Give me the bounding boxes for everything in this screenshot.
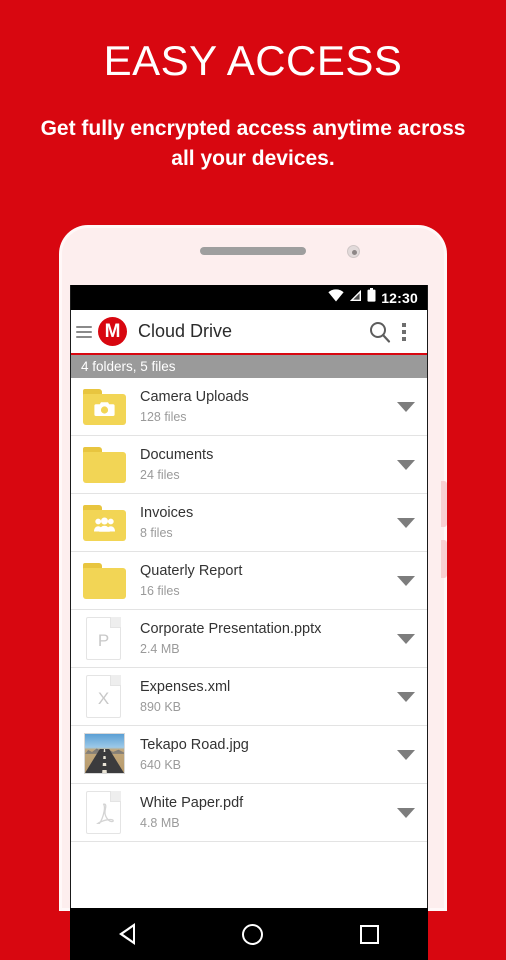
overflow-menu-icon[interactable] (393, 320, 415, 344)
item-meta: 640 KB (140, 757, 182, 772)
folder-camera-icon (83, 385, 126, 428)
android-recents-icon[interactable] (360, 924, 380, 944)
item-name: Tekapo Road.jpg (140, 737, 249, 754)
item-name: Invoices (140, 505, 194, 522)
expand-caret-icon[interactable] (393, 568, 419, 594)
folder-icon (83, 559, 126, 602)
item-name: Documents (140, 447, 214, 464)
item-meta: 128 files (140, 409, 187, 424)
image-thumbnail (83, 733, 126, 776)
item-name: Corporate Presentation.pptx (140, 621, 322, 638)
expand-caret-icon[interactable] (393, 626, 419, 652)
folder-summary-bar: 4 folders, 5 files (71, 355, 427, 378)
status-bar-clock: 12:30 (381, 289, 418, 306)
mega-logo: M (98, 317, 127, 346)
battery-icon (367, 288, 376, 307)
file-pdf-icon (83, 791, 126, 834)
list-item[interactable]: P Corporate Presentation.pptx 2.4 MB (71, 610, 427, 668)
item-name: White Paper.pdf (140, 795, 244, 812)
expand-caret-icon[interactable] (393, 684, 419, 710)
file-type-letter: X (97, 689, 110, 708)
power-button[interactable] (441, 540, 447, 578)
item-meta: 16 files (140, 583, 180, 598)
folder-icon (83, 443, 126, 486)
file-list: Camera Uploads 128 files Documents 24 fi… (71, 378, 427, 842)
item-meta: 24 files (140, 467, 180, 482)
file-powerpoint-icon: P (83, 617, 126, 660)
phone-screen: 12:30 M Cloud Drive 4 folders, 5 files C… (70, 285, 428, 908)
file-excel-icon: X (83, 675, 126, 718)
list-item[interactable]: Documents 24 files (71, 436, 427, 494)
promo-title: EASY ACCESS (103, 37, 403, 84)
android-home-icon[interactable] (241, 923, 263, 945)
signal-icon (349, 289, 362, 307)
item-name: Quaterly Report (140, 563, 243, 580)
item-meta: 2.4 MB (140, 641, 180, 656)
app-bar: M Cloud Drive (71, 310, 427, 355)
status-bar: 12:30 (71, 285, 427, 310)
front-camera-icon (347, 245, 360, 258)
list-item[interactable]: Invoices 8 files (71, 494, 427, 552)
list-item[interactable]: White Paper.pdf 4.8 MB (71, 784, 427, 842)
expand-caret-icon[interactable] (393, 394, 419, 420)
list-item[interactable]: Camera Uploads 128 files (71, 378, 427, 436)
promo-banner: EASY ACCESS Get fully encrypted access a… (0, 0, 506, 174)
wifi-icon (328, 288, 344, 307)
list-item[interactable]: Quaterly Report 16 files (71, 552, 427, 610)
volume-button[interactable] (441, 481, 447, 527)
item-meta: 4.8 MB (140, 815, 180, 830)
hamburger-menu-icon[interactable] (76, 325, 92, 338)
item-name: Expenses.xml (140, 679, 231, 696)
expand-caret-icon[interactable] (393, 800, 419, 826)
phone-speaker-grille (200, 247, 306, 255)
promo-subtitle: Get fully encrypted access anytime acros… (40, 117, 466, 170)
search-icon[interactable] (367, 319, 393, 345)
file-type-letter: P (97, 631, 110, 650)
phone-mockup: 12:30 M Cloud Drive 4 folders, 5 files C… (62, 228, 447, 960)
android-back-icon[interactable] (118, 923, 145, 945)
expand-caret-icon[interactable] (393, 452, 419, 478)
folder-shared-icon (83, 501, 126, 544)
list-item[interactable]: X Expenses.xml 890 KB (71, 668, 427, 726)
page-title: Cloud Drive (138, 321, 233, 341)
expand-caret-icon[interactable] (393, 510, 419, 536)
expand-caret-icon[interactable] (393, 742, 419, 768)
item-meta: 8 files (140, 525, 173, 540)
android-navigation-bar (70, 908, 428, 960)
item-meta: 890 KB (140, 699, 182, 714)
item-name: Camera Uploads (140, 389, 249, 406)
list-item[interactable]: Tekapo Road.jpg 640 KB (71, 726, 427, 784)
